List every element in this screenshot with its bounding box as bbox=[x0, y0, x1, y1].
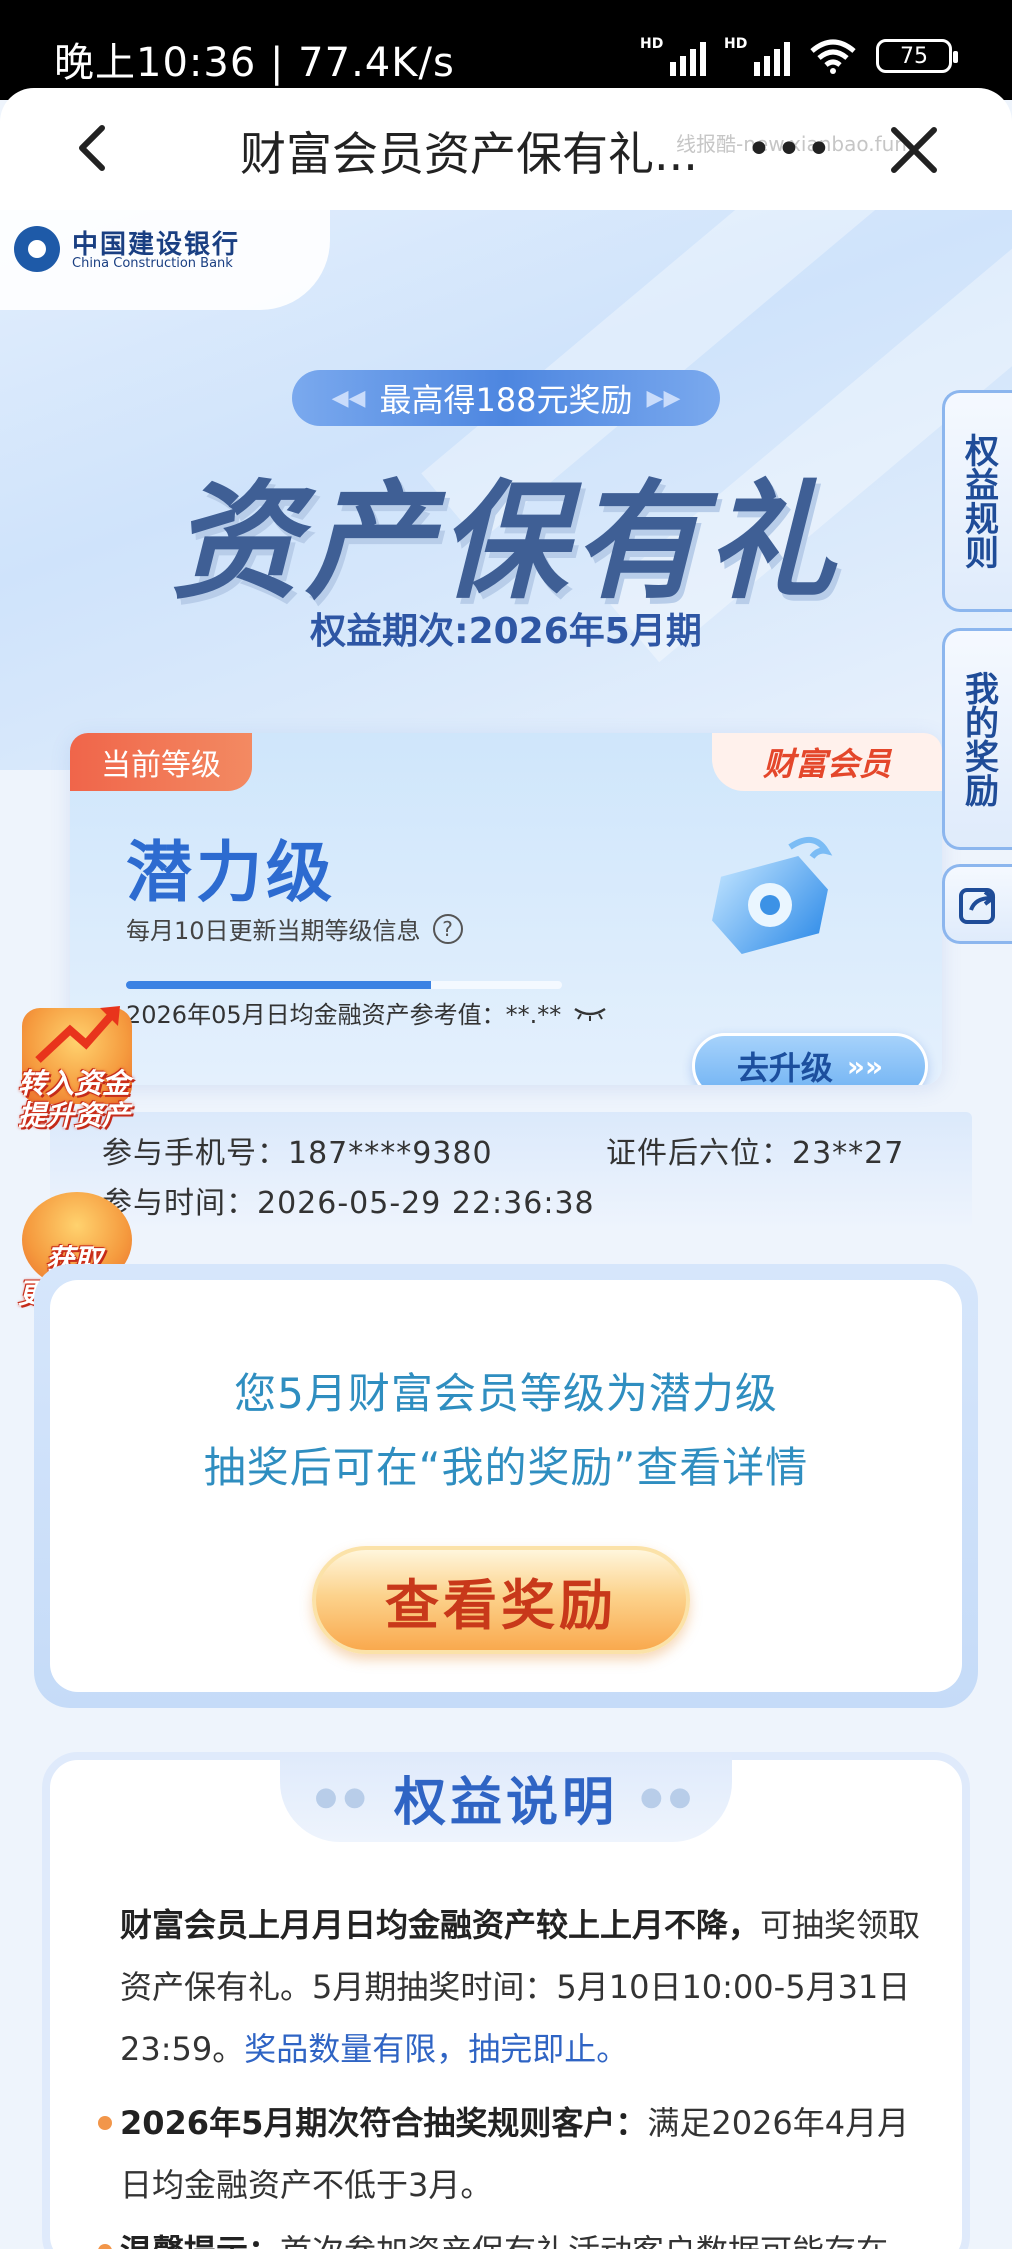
rights-p3-text: 首次参加资产保有礼活动客户数据可能存在 bbox=[280, 2232, 888, 2249]
dragon-logo-icon bbox=[712, 837, 833, 954]
result-card-inner: 您5月财富会员等级为潜力级 抽奖后可在“我的奖励”查看详情 查看奖励 bbox=[50, 1280, 962, 1692]
status-bar: 晚上10:36 | 77.4K/s HD HD 75 bbox=[0, 0, 1012, 100]
status-icons: HD HD 75 bbox=[640, 36, 958, 76]
bank-logo: 中国建设银行 China Construction Bank bbox=[0, 210, 330, 310]
decor-dots-icon: ●● bbox=[640, 1782, 698, 1812]
ccb-logo-icon bbox=[14, 226, 60, 272]
hero-title: 资产保有礼 bbox=[170, 468, 841, 617]
level-name: 潜力级 bbox=[126, 834, 336, 911]
level-update-text: 每月10日更新当期等级信息 bbox=[126, 917, 421, 945]
participant-phone: 参与手机号：187****9380 bbox=[102, 1136, 493, 1171]
rights-description: ●● 权益说明 ●● 财富会员上月月日均金融资产较上上月不降，可抽奖领取资产保有… bbox=[42, 1752, 970, 2249]
back-icon[interactable] bbox=[66, 118, 126, 178]
benefit-period: 权益期次:2026年5月期 bbox=[310, 611, 702, 652]
close-icon[interactable] bbox=[886, 122, 942, 178]
wifi-icon bbox=[810, 39, 856, 74]
rights-paragraph-3: 温馨提示：首次参加资产保有礼活动客户数据可能存在 bbox=[98, 2220, 940, 2249]
more-menu-button[interactable]: ••• bbox=[746, 124, 836, 175]
result-level-text: 您5月财富会员等级为潜力级 bbox=[234, 1369, 778, 1418]
rights-p3-bold: 温馨提示： bbox=[120, 2232, 280, 2249]
nav-bar: 财富会员资产保有礼... 线报酷-new.xianbao.fun ••• bbox=[0, 88, 1012, 210]
transfer-funds-badge[interactable]: 转入资金 提升资产 bbox=[0, 1000, 148, 1136]
rights-paragraph-2: 2026年5月期次符合抽奖规则客户：满足2026年4月月日均金融资产不低于3月。 bbox=[98, 2092, 940, 2216]
asset-reference: 2026年05月日均金融资产参考值：**.** bbox=[126, 995, 607, 1030]
current-level-tag: 当前等级 bbox=[70, 733, 252, 791]
result-hint-text: 抽奖后可在“我的奖励”查看详情 bbox=[203, 1443, 809, 1492]
bullet-dot-icon bbox=[98, 2244, 112, 2249]
upward-arrow-icon bbox=[35, 1006, 120, 1063]
signal-icon: HD bbox=[640, 36, 706, 76]
result-card: 您5月财富会员等级为潜力级 抽奖后可在“我的奖励”查看详情 查看奖励 bbox=[34, 1264, 978, 1708]
tab-rules[interactable]: 权益规则 bbox=[942, 390, 1012, 612]
rights-paragraph-1: 财富会员上月月日均金融资产较上上月不降，可抽奖领取资产保有礼。5月期抽奖时间：5… bbox=[120, 1894, 940, 2080]
battery-icon: 75 bbox=[876, 39, 958, 73]
transfer-funds-line1: 转入资金 bbox=[17, 1067, 130, 1100]
tab-my-rewards[interactable]: 我的奖励 bbox=[942, 628, 1012, 850]
wealth-member-tag: 财富会员 bbox=[712, 733, 942, 791]
participant-info: 参与手机号：187****9380 证件后六位：23**27 参与时间：2026… bbox=[50, 1112, 972, 1230]
page-title: 财富会员资产保有礼... bbox=[240, 127, 698, 181]
help-icon[interactable]: ? bbox=[432, 913, 463, 944]
upgrade-button[interactable]: 去升级 »» bbox=[692, 1033, 928, 1085]
share-icon bbox=[958, 888, 995, 924]
eye-closed-icon[interactable] bbox=[573, 1005, 607, 1021]
decor-dots-icon: ●● bbox=[314, 1782, 372, 1812]
hero-banner: 中国建设银行 China Construction Bank ◀◀ 最高得188… bbox=[0, 210, 1012, 770]
rights-header: ●● 权益说明 ●● bbox=[280, 1752, 732, 1842]
member-level-card: 当前等级 财富会员 潜力级 每月10日更新当期等级信息 ? 2026年05月日均… bbox=[70, 733, 942, 1085]
upgrade-label: 去升级 bbox=[736, 1049, 833, 1085]
level-progress-bar bbox=[126, 981, 562, 989]
chevrons-right-icon: »» bbox=[846, 1049, 884, 1083]
share-button[interactable] bbox=[942, 864, 1012, 944]
max-reward-text: 最高得188元奖励 bbox=[379, 381, 633, 419]
participant-time: 参与时间：2026-05-29 22:36:38 bbox=[102, 1186, 595, 1221]
level-progress-fill bbox=[126, 981, 432, 989]
max-reward-pill: ◀◀ 最高得188元奖励 ▶▶ bbox=[292, 370, 720, 426]
bank-name-en: China Construction Bank bbox=[72, 256, 233, 271]
rights-p1-bold: 财富会员上月月日均金融资产较上上月不降， bbox=[120, 1906, 761, 1944]
tab-rules-label: 权益规则 bbox=[958, 433, 999, 569]
rights-title: 权益说明 bbox=[393, 1772, 618, 1833]
bullet-dot-icon bbox=[98, 2116, 112, 2130]
hd-label-2: HD bbox=[724, 36, 748, 52]
level-update-note: 每月10日更新当期等级信息 ? bbox=[126, 911, 463, 946]
rights-p2-bold: 2026年5月期次符合抽奖规则客户： bbox=[120, 2104, 648, 2142]
transfer-funds-line2: 提升资产 bbox=[17, 1099, 130, 1132]
double-right-arrow-icon: ▶▶ bbox=[646, 385, 681, 411]
double-left-arrow-icon: ◀◀ bbox=[331, 385, 366, 411]
status-time: 晚上10:36 | 77.4K/s bbox=[54, 40, 455, 86]
view-rewards-button[interactable]: 查看奖励 bbox=[312, 1546, 690, 1654]
signal-icon-2: HD bbox=[724, 36, 790, 76]
hd-label: HD bbox=[640, 36, 664, 52]
asset-reference-text: 2026年05月日均金融资产参考值：**.** bbox=[126, 1001, 562, 1029]
participant-id-suffix: 证件后六位：23**27 bbox=[606, 1136, 905, 1171]
tab-my-rewards-label: 我的奖励 bbox=[958, 671, 999, 807]
rights-p1-highlight: 奖品数量有限，抽完即止。 bbox=[244, 2030, 629, 2068]
